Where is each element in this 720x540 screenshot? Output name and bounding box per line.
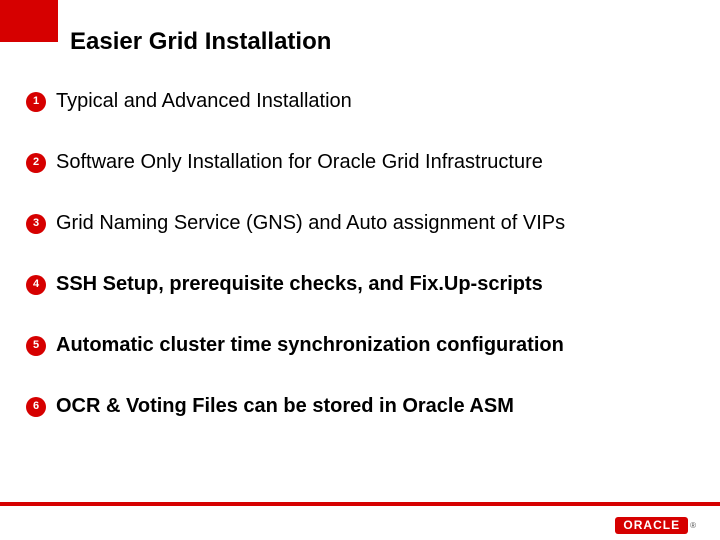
list-item-text: Software Only Installation for Oracle Gr…: [56, 151, 543, 174]
list-item: 4 SSH Setup, prerequisite checks, and Fi…: [26, 273, 700, 296]
number-badge-icon: 4: [26, 275, 46, 295]
feature-list: 1 Typical and Advanced Installation 2 So…: [26, 90, 700, 456]
number-badge-icon: 2: [26, 153, 46, 173]
registered-mark-icon: ®: [690, 521, 696, 530]
list-item-text: Automatic cluster time synchronization c…: [56, 334, 564, 357]
list-item-text: OCR & Voting Files can be stored in Orac…: [56, 395, 514, 418]
brand-corner-block: [0, 0, 58, 42]
number-badge-icon: 6: [26, 397, 46, 417]
list-item-text: Typical and Advanced Installation: [56, 90, 352, 113]
list-item: 6 OCR & Voting Files can be stored in Or…: [26, 395, 700, 418]
slide-title: Easier Grid Installation: [70, 28, 331, 56]
list-item: 2 Software Only Installation for Oracle …: [26, 151, 700, 174]
list-item: 1 Typical and Advanced Installation: [26, 90, 700, 113]
list-item: 3 Grid Naming Service (GNS) and Auto ass…: [26, 212, 700, 235]
list-item-text: Grid Naming Service (GNS) and Auto assig…: [56, 212, 565, 235]
number-badge-icon: 3: [26, 214, 46, 234]
number-badge-icon: 5: [26, 336, 46, 356]
number-badge-icon: 1: [26, 92, 46, 112]
footer-divider: [0, 502, 720, 506]
brand-logo-text: ORACLE: [615, 517, 688, 534]
list-item-text: SSH Setup, prerequisite checks, and Fix.…: [56, 273, 543, 296]
list-item: 5 Automatic cluster time synchronization…: [26, 334, 700, 357]
brand-logo: ORACLE®: [615, 517, 696, 534]
